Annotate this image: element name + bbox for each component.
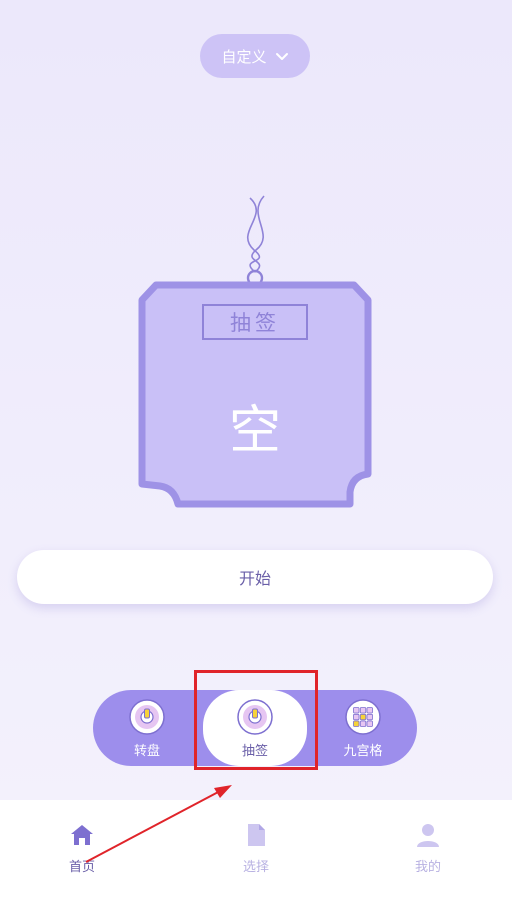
- start-button-label: 开始: [238, 569, 271, 588]
- user-icon: [417, 824, 439, 847]
- draw-result: 空: [228, 401, 281, 461]
- mode-grid-label: 九宫格: [343, 743, 383, 759]
- bottom-tab-bar: 首页 选择 我的: [0, 800, 512, 897]
- highlight-box: [194, 670, 318, 770]
- tag-title: 抽签: [202, 304, 308, 340]
- tab-mine-label: 我的: [414, 860, 441, 875]
- home-icon: [71, 825, 93, 845]
- mode-wheel-label: 转盘: [133, 743, 160, 759]
- chevron-down-icon: [275, 53, 288, 60]
- mode-grid[interactable]: 九宫格: [313, 690, 413, 766]
- mode-selector-label: 自定义: [221, 47, 267, 66]
- mode-selector[interactable]: 自定义: [200, 34, 310, 78]
- tab-select-label: 选择: [242, 860, 269, 875]
- document-icon: [248, 824, 265, 846]
- lottery-tag-card: 抽签 空: [138, 192, 372, 510]
- mode-wheel[interactable]: 转盘: [97, 690, 197, 766]
- tab-home-label: 首页: [68, 860, 95, 875]
- dial-icon: [129, 698, 165, 735]
- tab-select[interactable]: 选择: [216, 822, 296, 875]
- tab-mine[interactable]: 我的: [388, 822, 468, 875]
- start-button[interactable]: 开始: [17, 550, 493, 604]
- grid-icon: [345, 698, 381, 735]
- tab-home[interactable]: 首页: [42, 822, 122, 875]
